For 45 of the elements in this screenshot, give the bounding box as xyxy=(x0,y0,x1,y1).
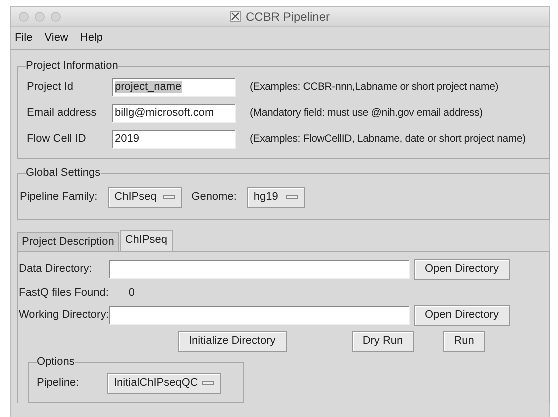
dry-run-button[interactable]: Dry Run xyxy=(352,330,414,352)
dropdown[interactable]: hg19 xyxy=(246,186,305,208)
field-value: 2019 xyxy=(115,133,140,145)
input-field[interactable] xyxy=(109,306,410,324)
zoom-button[interactable] xyxy=(51,12,61,22)
open-directory-button[interactable]: Open Directory xyxy=(414,304,510,326)
menu-item[interactable]: Help xyxy=(80,32,104,44)
fastq-count: 0 xyxy=(128,287,135,299)
group-title: Project Information xyxy=(26,60,118,72)
dropdown-indicator-icon xyxy=(286,195,298,199)
run-button[interactable]: Run xyxy=(443,330,486,352)
field-label: Email address xyxy=(26,107,98,119)
field-label: Genome: xyxy=(192,191,237,203)
group-title: Options xyxy=(37,356,75,368)
field-label: Project Id xyxy=(26,81,74,93)
input-field[interactable]: project_name xyxy=(112,78,236,96)
open-directory-button[interactable]: Open Directory xyxy=(414,258,510,280)
dropdown-indicator-icon xyxy=(162,195,175,199)
field-hint: (Mandatory field: must use @nih.gov email address) xyxy=(250,107,483,119)
menu-item[interactable]: View xyxy=(44,32,68,44)
field-label: FastQ files Found: xyxy=(19,287,109,299)
field-hint: (Examples: CCBR-nnn,Labname or short project name) xyxy=(250,81,499,93)
input-field[interactable]: billg@microsoft.com xyxy=(112,104,236,122)
window-title: CCBR Pipeliner xyxy=(246,10,330,24)
input-field[interactable]: 2019 xyxy=(112,130,236,148)
initialize-directory-button[interactable]: Initialize Directory xyxy=(178,330,287,352)
dropdown[interactable]: InitialChIPseqQC xyxy=(107,372,221,394)
close-button[interactable] xyxy=(19,12,29,22)
tab[interactable]: ChIPseq xyxy=(120,230,173,251)
tab[interactable]: Project Description xyxy=(17,232,120,251)
field-label: Data Directory: xyxy=(19,263,94,275)
group-title: Global Settings xyxy=(26,167,101,179)
field-value: project_name xyxy=(115,81,182,93)
dropdown[interactable]: ChIPseq xyxy=(108,186,182,208)
menu-item[interactable]: File xyxy=(15,32,33,44)
field-label: Flow Cell ID xyxy=(26,133,88,145)
minimize-button[interactable] xyxy=(35,12,45,22)
field-label: Pipeline Family: xyxy=(20,191,98,203)
input-field[interactable] xyxy=(109,260,410,278)
field-hint: (Examples: FlowCellID, Labname, date or short project name) xyxy=(250,133,526,145)
dropdown-indicator-icon xyxy=(202,381,214,385)
field-value: billg@microsoft.com xyxy=(115,107,214,119)
x-window-icon xyxy=(230,11,241,22)
field-label: Pipeline: xyxy=(37,377,80,389)
field-label: Working Directory: xyxy=(19,309,109,321)
